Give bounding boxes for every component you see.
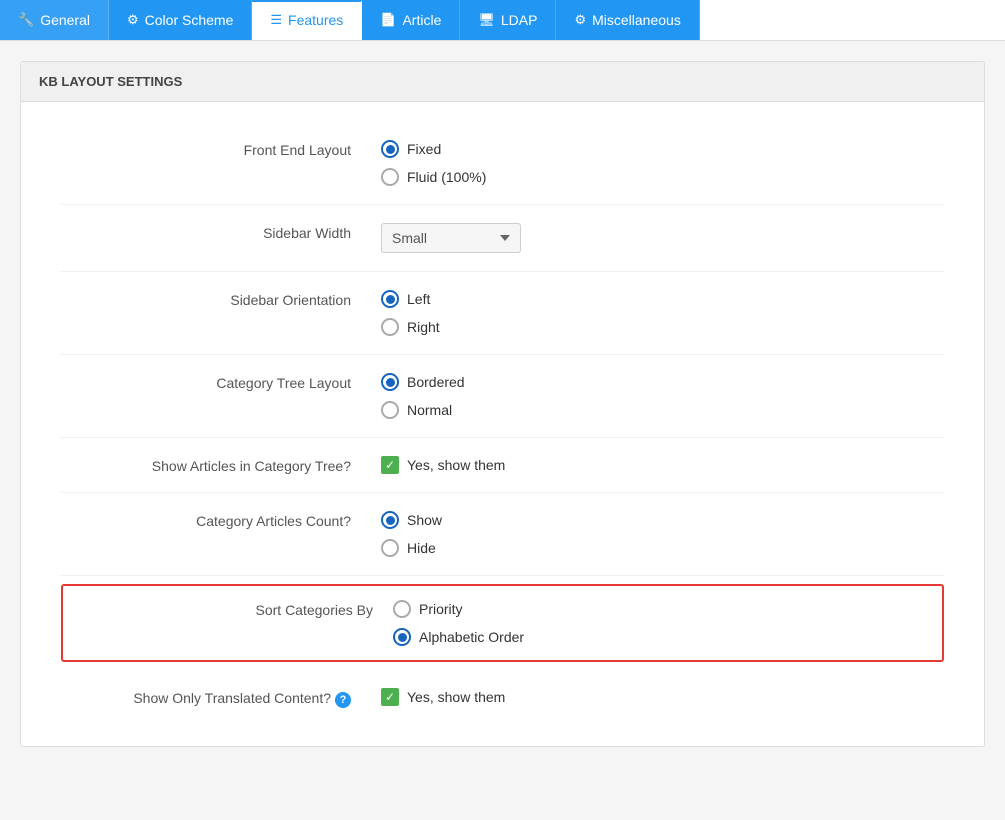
setting-controls-category-tree-layout: Bordered Normal: [381, 373, 465, 419]
radio-label-sidebar-orientation-left: Left: [407, 291, 430, 307]
radio-circle-category-tree-layout-bordered: [381, 373, 399, 391]
radio-label-sidebar-orientation-right: Right: [407, 319, 440, 335]
setting-controls-sidebar-orientation: Left Right: [381, 290, 440, 336]
radio-circle-category-articles-count-show: [381, 511, 399, 529]
ldap-icon: 🖥: [478, 12, 495, 28]
tab-color-scheme-label: Color Scheme: [145, 12, 234, 28]
tab-general-label: General: [40, 12, 90, 28]
setting-controls-category-articles-count: Show Hide: [381, 511, 442, 557]
setting-label-show-only-translated-content: Show Only Translated Content??: [61, 688, 381, 708]
setting-label-category-articles-count: Category Articles Count?: [61, 511, 381, 529]
radio-option-front-end-layout-fixed[interactable]: Fixed: [381, 140, 486, 158]
radio-option-front-end-layout-fluid[interactable]: Fluid (100%): [381, 168, 486, 186]
radio-label-sort-categories-by-priority: Priority: [419, 601, 463, 617]
tab-miscellaneous-label: Miscellaneous: [592, 12, 681, 28]
article-icon: 📄: [380, 12, 396, 28]
radio-circle-front-end-layout-fluid: [381, 168, 399, 186]
radio-option-sidebar-orientation-left[interactable]: Left: [381, 290, 440, 308]
setting-label-show-articles-in-category-tree: Show Articles in Category Tree?: [61, 456, 381, 474]
tab-article-label: Article: [402, 12, 441, 28]
radio-circle-sidebar-orientation-left: [381, 290, 399, 308]
radio-circle-sort-categories-by-alphabetic: [393, 628, 411, 646]
radio-circle-category-tree-layout-normal: [381, 401, 399, 419]
radio-label-sort-categories-by-alphabetic: Alphabetic Order: [419, 629, 524, 645]
color-scheme-icon: ⚙: [127, 12, 139, 28]
tab-ldap-label: LDAP: [501, 12, 538, 28]
radio-label-category-tree-layout-normal: Normal: [407, 402, 452, 418]
setting-row-show-articles-in-category-tree: Show Articles in Category Tree?✓ Yes, sho…: [61, 438, 944, 493]
radio-option-category-articles-count-show[interactable]: Show: [381, 511, 442, 529]
radio-option-sidebar-orientation-right[interactable]: Right: [381, 318, 440, 336]
select-sidebar-width[interactable]: SmallMediumLarge: [381, 223, 521, 253]
setting-controls-show-only-translated-content: ✓ Yes, show them: [381, 688, 505, 706]
radio-circle-category-articles-count-hide: [381, 539, 399, 557]
setting-row-front-end-layout: Front End Layout Fixed Fluid (100%): [61, 122, 944, 205]
radio-label-category-articles-count-show: Show: [407, 512, 442, 528]
tab-general[interactable]: 🔧 General: [0, 0, 109, 40]
checkbox-label-show-only-translated-content: Yes, show them: [407, 689, 505, 705]
general-icon: 🔧: [18, 12, 34, 28]
setting-row-sort-categories-by: Sort Categories By Priority Alphabetic Ord…: [61, 584, 944, 662]
setting-controls-show-articles-in-category-tree: ✓ Yes, show them: [381, 456, 505, 474]
radio-label-front-end-layout-fixed: Fixed: [407, 141, 441, 157]
checkbox-box-show-only-translated-content: ✓: [381, 688, 399, 706]
miscellaneous-icon: ⚙: [574, 12, 586, 28]
radio-option-sort-categories-by-priority[interactable]: Priority: [393, 600, 524, 618]
settings-body: Front End Layout Fixed Fluid (100%) Sidebar…: [21, 102, 984, 746]
tab-article[interactable]: 📄 Article: [362, 0, 460, 40]
tab-miscellaneous[interactable]: ⚙ Miscellaneous: [556, 0, 699, 40]
setting-label-sort-categories-by: Sort Categories By: [73, 600, 393, 618]
setting-label-sidebar-width: Sidebar Width: [61, 223, 381, 241]
section-title: KB LAYOUT SETTINGS: [21, 62, 984, 102]
radio-option-sort-categories-by-alphabetic[interactable]: Alphabetic Order: [393, 628, 524, 646]
radio-option-category-articles-count-hide[interactable]: Hide: [381, 539, 442, 557]
setting-label-category-tree-layout: Category Tree Layout: [61, 373, 381, 391]
checkbox-show-articles-in-category-tree[interactable]: ✓ Yes, show them: [381, 456, 505, 474]
setting-row-sidebar-width: Sidebar WidthSmallMediumLarge: [61, 205, 944, 272]
tab-features-label: Features: [288, 12, 343, 28]
tab-color-scheme[interactable]: ⚙ Color Scheme: [109, 0, 252, 40]
radio-circle-sidebar-orientation-right: [381, 318, 399, 336]
radio-label-front-end-layout-fluid: Fluid (100%): [407, 169, 486, 185]
setting-controls-sort-categories-by: Priority Alphabetic Order: [393, 600, 524, 646]
setting-row-category-tree-layout: Category Tree Layout Bordered Normal: [61, 355, 944, 438]
content-area: KB LAYOUT SETTINGS Front End LayoutFixed…: [20, 61, 985, 747]
radio-option-category-tree-layout-bordered[interactable]: Bordered: [381, 373, 465, 391]
radio-label-category-tree-layout-bordered: Bordered: [407, 374, 465, 390]
checkbox-show-only-translated-content[interactable]: ✓ Yes, show them: [381, 688, 505, 706]
setting-label-front-end-layout: Front End Layout: [61, 140, 381, 158]
setting-controls-sidebar-width: SmallMediumLarge: [381, 223, 521, 253]
radio-label-category-articles-count-hide: Hide: [407, 540, 436, 556]
radio-circle-sort-categories-by-priority: [393, 600, 411, 618]
tab-ldap[interactable]: 🖥 LDAP: [460, 0, 556, 40]
radio-option-category-tree-layout-normal[interactable]: Normal: [381, 401, 465, 419]
setting-controls-front-end-layout: Fixed Fluid (100%): [381, 140, 486, 186]
radio-circle-front-end-layout-fixed: [381, 140, 399, 158]
setting-row-category-articles-count: Category Articles Count? Show Hide: [61, 493, 944, 576]
setting-row-sidebar-orientation: Sidebar Orientation Left Right: [61, 272, 944, 355]
setting-row-show-only-translated-content: Show Only Translated Content??✓ Yes, show…: [61, 670, 944, 726]
tab-features[interactable]: ☰ Features: [252, 0, 362, 40]
features-icon: ☰: [270, 12, 282, 28]
checkbox-box-show-articles-in-category-tree: ✓: [381, 456, 399, 474]
nav-tabs: 🔧 General ⚙ Color Scheme ☰ Features 📄 Article 🖥 L…: [0, 0, 1005, 41]
setting-label-sidebar-orientation: Sidebar Orientation: [61, 290, 381, 308]
checkbox-label-show-articles-in-category-tree: Yes, show them: [407, 457, 505, 473]
help-icon-show-only-translated-content[interactable]: ?: [335, 692, 351, 708]
